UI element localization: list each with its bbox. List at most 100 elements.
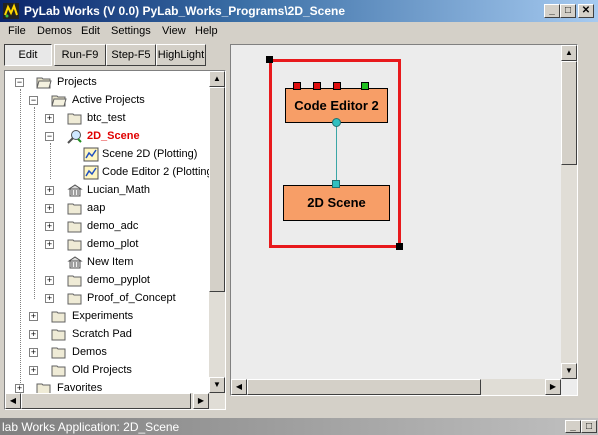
collapse-icon[interactable]: − bbox=[45, 132, 54, 141]
tree-label: Projects bbox=[57, 76, 97, 88]
tree-item-code-editor-2-plotting[interactable]: Code Editor 2 (Plotting) bbox=[5, 164, 225, 182]
tree-vertical-scrollbar[interactable]: ▲ ▼ bbox=[209, 71, 225, 393]
expand-icon[interactable]: + bbox=[45, 114, 54, 123]
expand-icon[interactable]: + bbox=[45, 204, 54, 213]
expand-icon[interactable]: + bbox=[45, 240, 54, 249]
app-minimize-button[interactable]: _ bbox=[565, 420, 581, 433]
tree-item-projects[interactable]: − Projects bbox=[5, 74, 215, 92]
tree-item-2d-scene[interactable]: − 2D_Scene bbox=[5, 128, 215, 146]
tree-item-scratch-pad[interactable]: + Scratch Pad bbox=[5, 326, 215, 344]
app-maximize-button[interactable]: □ bbox=[581, 420, 597, 433]
application-title: lab Works Application: 2D_Scene bbox=[2, 420, 180, 434]
menu-view[interactable]: View bbox=[162, 25, 186, 37]
tree-item-active-projects[interactable]: − Active Projects bbox=[5, 92, 215, 110]
input-pin-red[interactable] bbox=[313, 82, 321, 90]
tree-label: demo_pyplot bbox=[87, 274, 150, 286]
menu-settings[interactable]: Settings bbox=[111, 25, 151, 37]
project-tree[interactable]: − Projects − Active Projects + btc_test … bbox=[4, 70, 226, 410]
folder-icon bbox=[67, 275, 82, 287]
scroll-right-icon[interactable]: ▶ bbox=[193, 393, 209, 409]
plot-icon bbox=[83, 147, 99, 162]
tree-item-scene-2d-plotting[interactable]: Scene 2D (Plotting) bbox=[5, 146, 225, 164]
canvas-hscroll-thumb[interactable] bbox=[247, 379, 481, 395]
input-pin-green[interactable] bbox=[361, 82, 369, 90]
canvas-vertical-scrollbar[interactable]: ▲ ▼ bbox=[561, 45, 577, 379]
close-button[interactable]: ✕ bbox=[578, 4, 594, 18]
maximize-button[interactable]: □ bbox=[560, 4, 576, 18]
selection-handle-top-left[interactable] bbox=[266, 56, 273, 63]
scroll-up-icon[interactable]: ▲ bbox=[561, 45, 577, 61]
tree-item-old-projects[interactable]: + Old Projects bbox=[5, 362, 215, 380]
open-folder-icon bbox=[36, 77, 52, 89]
edit-button[interactable]: Edit bbox=[4, 44, 52, 66]
folder-icon bbox=[51, 347, 66, 359]
expand-icon[interactable]: + bbox=[45, 276, 54, 285]
tree-item-aap[interactable]: + aap bbox=[5, 200, 215, 218]
expand-icon[interactable]: + bbox=[29, 348, 38, 357]
scroll-right-icon[interactable]: ▶ bbox=[545, 379, 561, 395]
input-pin[interactable] bbox=[332, 180, 340, 188]
collapse-icon[interactable]: − bbox=[29, 96, 38, 105]
menu-bar: File Demos Edit Settings View Help bbox=[0, 22, 598, 41]
scroll-left-icon[interactable]: ◀ bbox=[5, 393, 21, 409]
output-pin[interactable] bbox=[332, 118, 341, 127]
tree-item-btc-test[interactable]: + btc_test bbox=[5, 110, 215, 128]
flow-canvas[interactable]: Code Editor 2 2D Scene ▲ ▼ ◀ ▶ bbox=[230, 44, 578, 396]
library-icon bbox=[67, 184, 83, 197]
run-button[interactable]: Run-F9 bbox=[54, 44, 106, 66]
menu-demos[interactable]: Demos bbox=[37, 25, 72, 37]
tree-label: Old Projects bbox=[72, 364, 132, 376]
folder-icon bbox=[51, 329, 66, 341]
input-pin-red[interactable] bbox=[333, 82, 341, 90]
tree-item-demos[interactable]: + Demos bbox=[5, 344, 215, 362]
tree-label: btc_test bbox=[87, 112, 126, 124]
tree-horizontal-scrollbar[interactable]: ◀ ▶ bbox=[5, 393, 225, 409]
menu-help[interactable]: Help bbox=[195, 25, 218, 37]
menu-file[interactable]: File bbox=[8, 25, 26, 37]
tree-label: Experiments bbox=[72, 310, 134, 322]
expand-icon[interactable]: + bbox=[45, 294, 54, 303]
expand-icon[interactable]: + bbox=[29, 330, 38, 339]
expand-icon[interactable]: + bbox=[15, 384, 24, 393]
folder-icon bbox=[51, 311, 66, 323]
magnifier-icon bbox=[67, 130, 82, 144]
tree-scroll-thumb[interactable] bbox=[209, 87, 225, 292]
tree-item-new-item[interactable]: New Item bbox=[5, 254, 215, 272]
expand-icon[interactable]: + bbox=[29, 366, 38, 375]
step-button[interactable]: Step-F5 bbox=[106, 44, 156, 66]
tree-item-demo-adc[interactable]: + demo_adc bbox=[5, 218, 215, 236]
menu-edit[interactable]: Edit bbox=[81, 25, 100, 37]
tree-label: New Item bbox=[87, 256, 134, 268]
expand-icon[interactable]: + bbox=[45, 222, 54, 231]
2d-scene-block[interactable]: 2D Scene bbox=[283, 185, 390, 221]
scroll-left-icon[interactable]: ◀ bbox=[231, 379, 247, 395]
scroll-down-icon[interactable]: ▼ bbox=[561, 363, 577, 379]
folder-icon bbox=[67, 113, 82, 125]
expand-icon[interactable]: + bbox=[45, 186, 54, 195]
application-taskbar: lab Works Application: 2D_Scene _ □ bbox=[0, 418, 598, 435]
collapse-icon[interactable]: − bbox=[15, 78, 24, 87]
folder-icon bbox=[67, 293, 82, 305]
scroll-down-icon[interactable]: ▼ bbox=[209, 377, 225, 393]
tree-hscroll-thumb[interactable] bbox=[21, 393, 191, 409]
tree-item-demo-plot[interactable]: + demo_plot bbox=[5, 236, 215, 254]
canvas-scroll-thumb[interactable] bbox=[561, 61, 577, 165]
canvas-horizontal-scrollbar[interactable]: ◀ ▶ bbox=[231, 379, 561, 395]
input-pin-red[interactable] bbox=[293, 82, 301, 90]
tree-label: Proof_of_Concept bbox=[87, 292, 176, 304]
window-title: PyLab Works (V 0.0) PyLab_Works_Programs… bbox=[24, 4, 346, 18]
highlight-button[interactable]: HighLight bbox=[156, 44, 206, 66]
tree-item-proof-of-concept[interactable]: + Proof_of_Concept bbox=[5, 290, 215, 308]
block-title: Code Editor 2 bbox=[294, 98, 379, 113]
minimize-button[interactable]: _ bbox=[544, 4, 560, 18]
window-titlebar: PyLab Works (V 0.0) PyLab_Works_Programs… bbox=[0, 0, 598, 22]
scroll-up-icon[interactable]: ▲ bbox=[209, 71, 225, 87]
library-icon bbox=[67, 256, 83, 269]
expand-icon[interactable]: + bbox=[29, 312, 38, 321]
tree-label: Scene 2D (Plotting) bbox=[102, 148, 198, 160]
selection-handle-bottom-right[interactable] bbox=[396, 243, 403, 250]
tree-item-demo-pyplot[interactable]: + demo_pyplot bbox=[5, 272, 215, 290]
tree-item-experiments[interactable]: + Experiments bbox=[5, 308, 215, 326]
tree-item-lucian-math[interactable]: + Lucian_Math bbox=[5, 182, 215, 200]
connection-line bbox=[336, 123, 337, 185]
